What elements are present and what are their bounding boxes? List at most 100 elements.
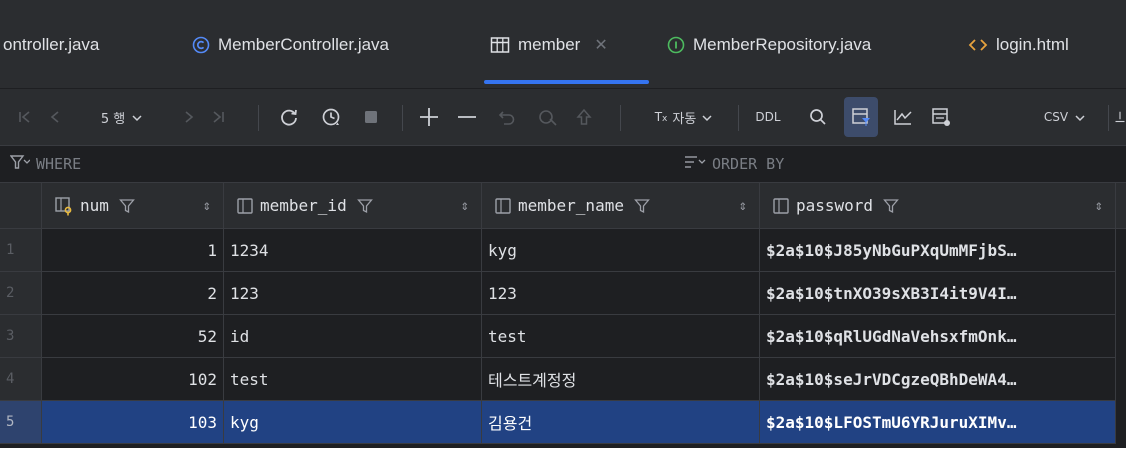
cell-password[interactable]: $2a$10$qRlUGdNaVehsxfmOnk… [760,315,1116,358]
where-filter-field[interactable]: WHERE [9,146,81,182]
sort-icon [684,154,706,174]
table-row[interactable]: 3 52 id test $2a$10$qRlUGdNaVehsxfmOnk… [0,315,1126,358]
cell-num[interactable]: 52 [42,315,224,358]
cell-member-id[interactable]: 1234 [224,229,482,272]
database-editor-window: ontroller.java MemberController.java mem… [0,0,1126,448]
tab-label: MemberRepository.java [693,35,872,54]
cell-member-id[interactable]: id [224,315,482,358]
download-icon[interactable] [1114,89,1126,145]
cell-member-id[interactable]: kyg [224,401,482,444]
interface-icon [667,36,685,54]
column-filter-icon[interactable] [356,198,373,214]
column-filter-icon[interactable] [634,198,650,214]
delete-row-icon[interactable] [452,89,482,145]
page-size-label: 5 행 [100,111,126,127]
editor-tab-bar: ontroller.java MemberController.java mem… [0,0,1126,89]
table-row[interactable]: 4 102 test 테스트계정정 $2a$10$seJrVDCgzeQBhDe… [0,358,1126,401]
row-number: 3 [0,315,42,358]
row-number: 2 [0,272,42,315]
cell-password[interactable]: $2a$10$J85yNbGuPXqUmMFjbS… [760,229,1116,272]
revert-icon[interactable] [532,89,562,145]
cell-member-name[interactable]: kyg [482,229,760,272]
toolbar-separator [738,105,739,131]
sort-toggle-icon[interactable]: ⇕ [461,198,469,214]
refresh-icon[interactable] [274,89,304,145]
record-view-icon[interactable] [926,89,956,145]
column-header-password[interactable]: password ⇕ [760,183,1116,229]
tab-login-html[interactable]: login.html [968,30,1069,60]
row-number: 1 [0,229,42,272]
tab-controller[interactable]: ontroller.java [3,30,99,60]
tab-label: member [518,35,581,54]
search-icon[interactable] [804,89,832,145]
table-row[interactable]: 2 2 123 123 $2a$10$tnXO39sXB3I4it9V4I… [0,272,1126,315]
transaction-mode-dropdown[interactable]: Tx 자동 [638,89,730,145]
tab-member-repository[interactable]: MemberRepository.java [667,30,871,60]
cell-num[interactable]: 2 [42,272,224,315]
toolbar-separator [402,105,403,131]
tab-label: MemberController.java [218,35,390,54]
order-by-label: ORDER BY [712,155,785,173]
tab-member-controller[interactable]: MemberController.java [192,30,389,60]
table-row-selected[interactable]: 5 103 kyg 김용건 $2a$10$LFOSTmU6YRJuruXIMv… [0,401,1126,444]
column-name: member_id [260,196,347,215]
tab-label: ontroller.java [3,35,100,54]
data-editor-toolbar: 5 행 Tx 자동 DDL CSV [0,89,1126,146]
class-icon [192,36,210,54]
cell-num[interactable]: 1 [42,229,224,272]
undo-icon[interactable] [492,89,522,145]
export-format-dropdown[interactable]: CSV [1030,89,1100,145]
column-header-member-name[interactable]: member_name ⇕ [482,183,760,229]
cell-member-id[interactable]: 123 [224,272,482,315]
toolbar-separator [258,105,259,131]
order-by-field[interactable]: ORDER BY [684,146,784,182]
column-icon [494,197,512,215]
cell-num[interactable]: 103 [42,401,224,444]
cell-member-name[interactable]: 테스트계정정 [482,358,760,401]
sort-toggle-icon[interactable]: ⇕ [739,198,747,214]
cell-num[interactable]: 102 [42,358,224,401]
first-page-icon[interactable] [14,89,36,145]
row-number-header [0,183,42,229]
tab-member[interactable]: member ✕ [490,30,608,60]
column-filter-icon[interactable] [883,198,899,214]
cell-password[interactable]: $2a$10$seJrVDCgzeQBhDeWA4… [760,358,1116,401]
cell-password[interactable]: $2a$10$LFOSTmU6YRJuruXIMv… [760,401,1116,444]
toolbar-separator [620,105,621,131]
add-row-icon[interactable] [414,89,444,145]
filter-bar: WHERE ORDER BY [0,146,1126,183]
column-header-member-id[interactable]: member_id ⇕ [224,183,482,229]
cell-member-id[interactable]: test [224,358,482,401]
export-format-label: CSV [1043,110,1069,124]
cell-password[interactable]: $2a$10$tnXO39sXB3I4it9V4I… [760,272,1116,315]
cell-member-name[interactable]: test [482,315,760,358]
next-page-icon[interactable] [178,89,200,145]
key-column-icon [54,196,74,216]
last-page-icon[interactable] [206,89,230,145]
column-filter-icon[interactable] [119,198,135,214]
toolbar-separator [1108,105,1109,131]
column-name: num [80,196,109,215]
row-number: 5 [0,401,42,444]
table-row[interactable]: 1 1 1234 kyg $2a$10$J85yNbGuPXqUmMFjbS… [0,229,1126,272]
sort-toggle-icon[interactable]: ⇕ [203,198,211,214]
previous-page-icon[interactable] [44,89,66,145]
sort-toggle-icon[interactable]: ⇕ [1095,198,1103,214]
transaction-mode-label: 자동 [672,111,697,127]
chart-icon[interactable] [888,89,918,145]
column-header-num[interactable]: num ⇕ [42,183,224,229]
close-icon[interactable]: ✕ [594,35,607,55]
table-icon [490,36,510,54]
ddl-button[interactable]: DDL [748,89,788,145]
stop-icon[interactable] [358,89,384,145]
column-icon [236,197,254,215]
active-tab-indicator [484,80,649,84]
cell-member-name[interactable]: 123 [482,272,760,315]
cell-member-name[interactable]: 김용건 [482,401,760,444]
clock-icon[interactable] [316,89,346,145]
page-size-dropdown[interactable]: 5 행 [74,89,170,145]
submit-icon[interactable] [570,89,598,145]
column-name: member_name [518,196,624,215]
filter-view-toggle-icon[interactable] [844,97,878,137]
tab-label: login.html [996,35,1069,54]
